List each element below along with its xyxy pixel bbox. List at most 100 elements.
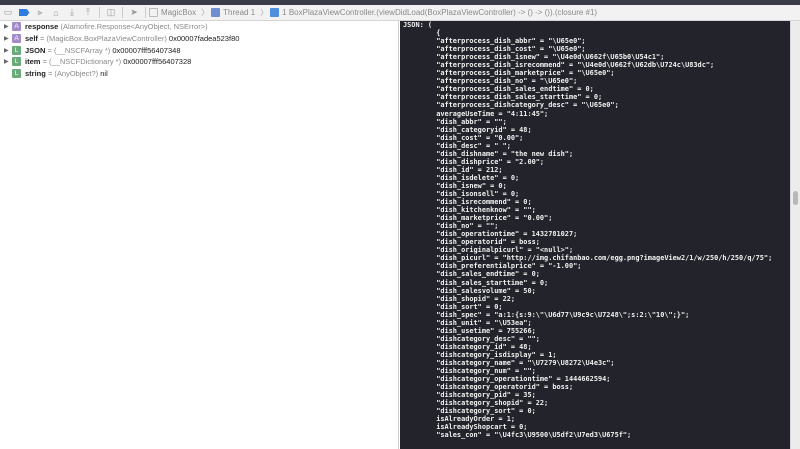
variable-name: item: [25, 57, 41, 67]
step-out-icon: ⤒: [86, 7, 90, 17]
variable-row-item[interactable]: ▶ Litem = (__NSCFDictionary *) 0x00007fff…: [0, 56, 398, 68]
local-icon: L: [12, 45, 21, 55]
simulate-location-button[interactable]: ➤: [126, 6, 142, 20]
console-line: "dish_id" = 212;: [403, 165, 503, 174]
continue-button[interactable]: ⫸: [32, 6, 48, 20]
console-line: "dishcategory_operationtime" = 144466259…: [403, 375, 611, 384]
console-line: "dish_sales_endtime" = 0;: [403, 270, 540, 279]
disclosure-triangle-icon[interactable]: ▶: [4, 23, 12, 30]
console-line: "afterprocess_dish_abbr" = "\U65e0";: [403, 37, 586, 46]
console-scrollbar[interactable]: [790, 21, 800, 449]
console-line: "dishcategory_pid" = 35;: [403, 391, 536, 400]
console-line: "dish_abbr" = "";: [403, 117, 507, 126]
divider: [122, 7, 123, 18]
debug-bar: ▭ ⫸ ⌂ ⤓ ⤒ ◫ ➤ MagicBox 〉 Thread 1 〉 1 Bo…: [0, 5, 800, 21]
console-line: "dish_shopid" = 22;: [403, 294, 516, 303]
location-arrow-icon: ➤: [130, 7, 138, 17]
breadcrumb-label: 1 BoxPlazaViewController.(viewDidLoad(Bo…: [282, 8, 598, 17]
console-line: isAlreadyShopcart = 0;: [403, 423, 528, 432]
variable-value: 0x00007fadea523f80: [168, 34, 240, 44]
variable-row-string[interactable]: Lstring = (AnyObject?) nil: [0, 68, 398, 80]
thread-icon: [211, 8, 221, 17]
step-out-button[interactable]: ⤒: [80, 6, 96, 20]
breadcrumb-project[interactable]: MagicBox: [149, 8, 196, 17]
console-line: "dish_usetime" = 755266;: [403, 326, 536, 335]
local-icon: L: [12, 57, 21, 67]
chevron-right-icon: 〉: [201, 8, 210, 17]
console-line: "afterprocess_dish_marketprice" = "\U65e…: [403, 69, 615, 78]
console-line: "dishcategory_name" = "\U7279\U8272\U4e3…: [403, 358, 615, 367]
console-line: "dishcategory_desc" = "";: [403, 334, 540, 343]
step-over-icon: ⌂: [53, 7, 59, 18]
disclosure-triangle-icon[interactable]: ▶: [4, 47, 12, 54]
console-line: isAlreadyOrder = 1;: [403, 415, 516, 424]
console-line: "dish_marketprice" = "0.00";: [403, 214, 553, 223]
console-line: "dish_no" = "";: [403, 222, 499, 231]
variable-type: (Alamofire.Response<AnyObject, NSError>): [60, 22, 208, 32]
variables-view: ▶ Aresponse (Alamofire.Response<AnyObject…: [0, 21, 399, 449]
breakpoint-icon: [18, 9, 30, 16]
variable-type: = (__NSCFArray *): [47, 45, 111, 55]
console-line: "afterprocess_dish_isrecommend" = "\U4e0…: [403, 61, 715, 70]
console-line: "dish_cost" = "0.00";: [403, 133, 524, 142]
breadcrumb-frame[interactable]: 1 BoxPlazaViewController.(viewDidLoad(Bo…: [270, 8, 597, 17]
breadcrumb-label: MagicBox: [161, 8, 197, 17]
console-output[interactable]: JSON: ( { "afterprocess_dish_abbr" = "\U…: [400, 21, 790, 449]
variable-row-response[interactable]: ▶ Aresponse (Alamofire.Response<AnyObject…: [0, 21, 398, 33]
divider: [99, 7, 100, 18]
hide-debug-area-button[interactable]: ▭: [0, 6, 16, 20]
console-line: "dish_spec" = "a:1:{s:9:\"\U6d77\U9c9c\U…: [403, 310, 690, 319]
local-icon: L: [12, 69, 21, 79]
step-over-button[interactable]: ⌂: [48, 6, 64, 20]
divider: [145, 7, 146, 18]
console-line: "dishcategory_sort" = 0;: [403, 407, 536, 416]
continue-icon: ⫸: [37, 7, 43, 17]
console-line: "dish_sales_starttime" = 0;: [403, 278, 549, 287]
console-line: "dish_sort" = 0;: [403, 302, 503, 311]
console-line: "afterprocess_dish_no" = "\U65e0";: [403, 77, 578, 86]
step-into-icon: ⤓: [70, 7, 74, 17]
step-into-button[interactable]: ⤓: [64, 6, 80, 20]
console-line: "dish_isdelete" = 0;: [403, 173, 520, 182]
console-line: "afterprocess_dish_sales_starttime" = 0;: [403, 93, 603, 102]
view-hierarchy-icon: ◫: [106, 7, 116, 17]
variable-name: JSON: [25, 45, 46, 55]
console-line: "dish_picurl" = "http://img.chifanbao.co…: [403, 254, 773, 263]
console-line: "dish_dishprice" = "2.00";: [403, 157, 545, 166]
console-line: "dish_isnew" = 0;: [403, 181, 507, 190]
console-line: "afterprocess_dish_isnew" = "\U4e0d\U662…: [403, 53, 665, 62]
app-icon: [149, 8, 158, 17]
panel-icon: ▭: [3, 7, 13, 17]
console-line: JSON: (: [403, 21, 433, 29]
argument-icon: A: [12, 34, 21, 44]
console-line: averageUseTime = "4:11:45";: [403, 109, 549, 118]
console-line: {: [403, 29, 441, 38]
breakpoints-toggle[interactable]: [16, 6, 32, 20]
variable-type: = (AnyObject?): [47, 69, 99, 79]
frame-icon: [270, 8, 280, 17]
variable-value: 0x00007fff56407348: [112, 45, 181, 55]
console-line: "dish_categoryid" = 48;: [403, 125, 532, 134]
variable-name: self: [25, 34, 38, 44]
breadcrumb-thread[interactable]: Thread 1: [211, 8, 255, 17]
variable-value: nil: [100, 69, 108, 79]
console-line: "dish_kitchenknow" = "";: [403, 206, 536, 215]
scrollbar-thumb[interactable]: [793, 191, 798, 205]
disclosure-triangle-icon[interactable]: ▶: [4, 58, 12, 65]
variable-row-self[interactable]: ▶ Aself = (MagicBox.BoxPlazaViewControlle…: [0, 33, 398, 45]
variable-name: response: [25, 22, 59, 32]
console-line: "dishcategory_shopid" = 22;: [403, 399, 549, 408]
console-line: "dish_originalpicurl" = "<null>";: [403, 246, 574, 255]
console-line: "dishcategory_id" = 48;: [403, 342, 532, 351]
argument-icon: A: [12, 22, 21, 32]
console-line: "dishcategory_isdisplay" = 1;: [403, 350, 557, 359]
console-line: "dish_isonsell" = 0;: [403, 189, 520, 198]
disclosure-triangle-icon[interactable]: ▶: [4, 35, 12, 42]
variable-row-json[interactable]: ▶ L JSON = (__NSCFArray *) 0x00007fff56407…: [0, 44, 398, 56]
variable-name: string: [25, 69, 46, 79]
console-line: "dish_operationtime" = 1432781027;: [403, 230, 578, 239]
view-hierarchy-button[interactable]: ◫: [103, 6, 119, 20]
console-line: "afterprocess_dish_sales_endtime" = 0;: [403, 85, 594, 94]
chevron-right-icon: 〉: [260, 8, 269, 17]
console-line: "dish_unit" = "\U53ea";: [403, 318, 532, 327]
